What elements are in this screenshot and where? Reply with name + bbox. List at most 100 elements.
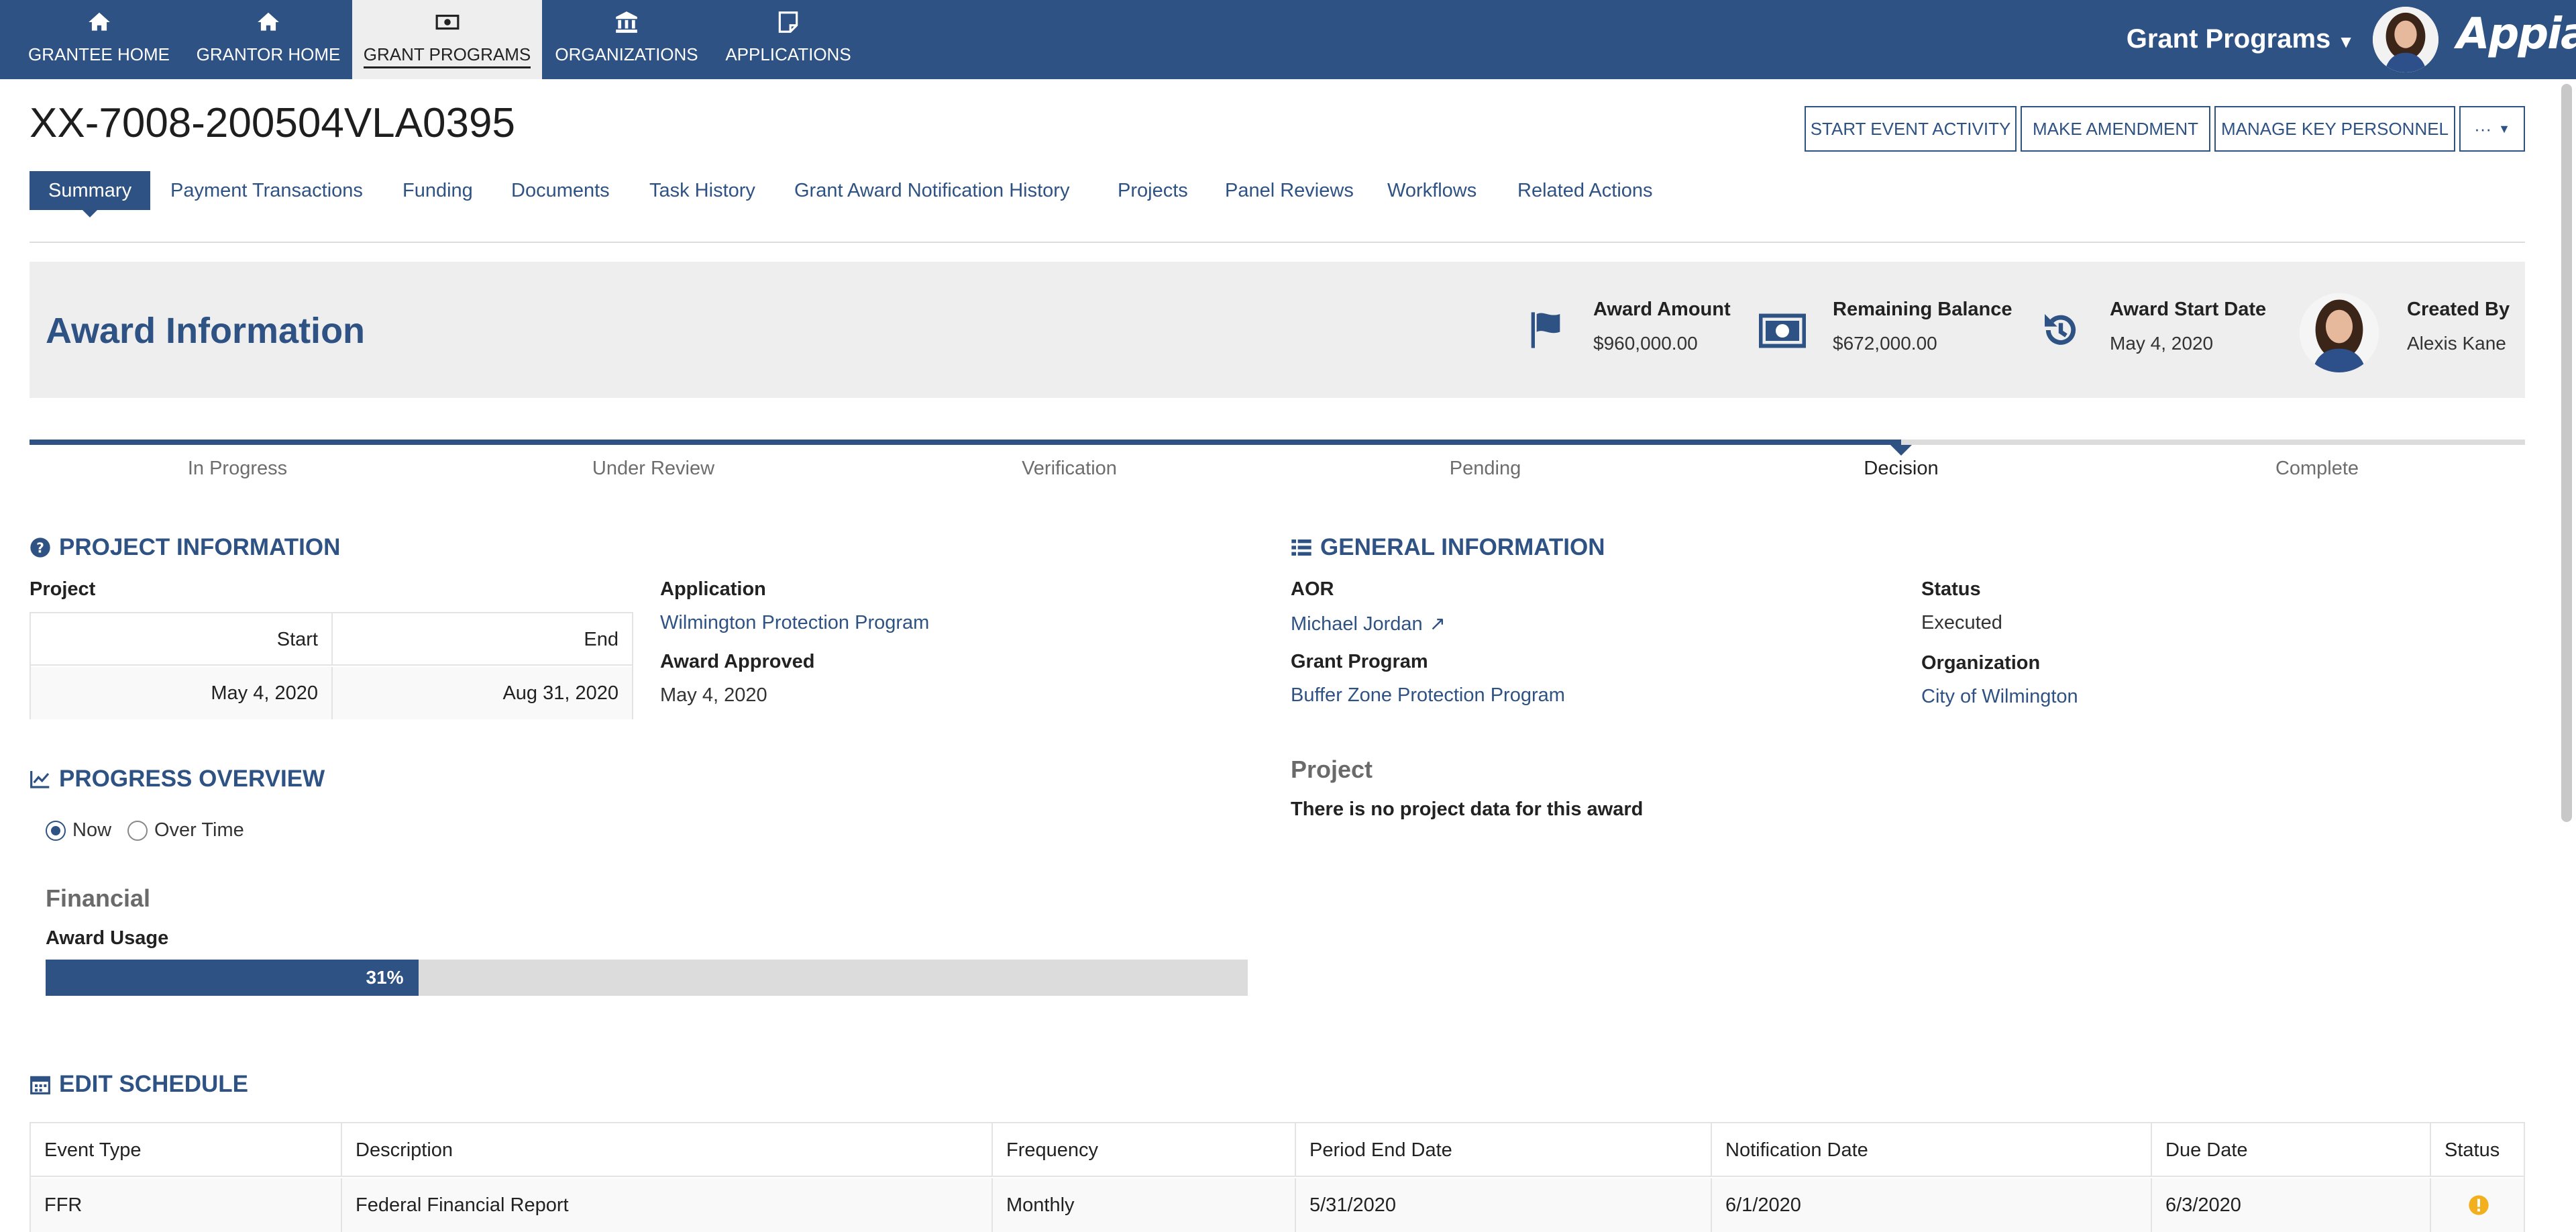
tab-payment-transactions[interactable]: Payment Transactions [170, 171, 363, 210]
aor-name: Michael Jordan [1291, 613, 1423, 635]
site-title: Grant Programs [2126, 24, 2331, 54]
user-avatar[interactable] [2373, 7, 2438, 72]
tab-summary[interactable]: Summary [30, 171, 151, 210]
cell-status [2430, 1178, 2524, 1232]
grant-program-link[interactable]: Buffer Zone Protection Program [1291, 684, 1565, 707]
table-row[interactable]: FFR Federal Financial Report Monthly 5/3… [31, 1178, 2524, 1232]
nav-tab-applications[interactable]: APPLICATIONS [711, 0, 865, 79]
award-amount-label: Award Amount [1593, 299, 1731, 320]
section-title: PROJECT INFORMATION [59, 534, 341, 560]
column-header-description[interactable]: Description [341, 1123, 991, 1177]
section-title: EDIT SCHEDULE [59, 1071, 248, 1097]
award-banner [30, 262, 2525, 398]
organization-link[interactable]: City of Wilmington [1921, 686, 2078, 708]
project-start-value: May 4, 2020 [31, 667, 333, 719]
creator-avatar[interactable] [2300, 293, 2379, 372]
schedule-grid: Event Type Description Frequency Period … [30, 1122, 2525, 1232]
nav-tab-label: GRANTOR HOME [196, 44, 341, 64]
column-header-due-date[interactable]: Due Date [2151, 1123, 2430, 1177]
tab-grant-award-notification-history[interactable]: Grant Award Notification History [794, 171, 1069, 210]
edit-schedule-heading: EDIT SCHEDULE [30, 1071, 248, 1098]
tab-related-actions[interactable]: Related Actions [1517, 171, 1653, 210]
home-icon [258, 12, 279, 31]
nav-tab-grantee-home[interactable]: GRANTEE HOME [13, 0, 184, 79]
nav-tab-organizations[interactable]: ORGANIZATIONS [542, 0, 711, 79]
column-header-status[interactable]: Status [2430, 1123, 2524, 1177]
cell-period-end-date: 5/31/2020 [1295, 1178, 1711, 1232]
tab-task-history[interactable]: Task History [649, 171, 755, 210]
cell-event-type: FFR [44, 1194, 83, 1216]
progress-overview-heading: PROGRESS OVERVIEW [30, 766, 325, 792]
section-title: GENERAL INFORMATION [1320, 534, 1605, 560]
application-label: Application [660, 578, 766, 600]
award-start-date-label: Award Start Date [2110, 299, 2267, 320]
question-circle-icon: ? [30, 537, 50, 558]
radio-now[interactable] [46, 821, 66, 841]
award-start-date-value: May 4, 2020 [2110, 333, 2214, 354]
radio-over-time-label[interactable]: Over Time [154, 819, 244, 841]
nav-tab-grantor-home[interactable]: GRANTOR HOME [184, 0, 352, 79]
milestone-step-complete: Complete [2275, 458, 2359, 479]
caret-down-icon: ▼ [2337, 32, 2355, 52]
general-information-heading: GENERAL INFORMATION [1291, 534, 1605, 561]
record-title: XX-7008-200504VLA0395 [30, 100, 515, 146]
milestone-current-indicator [1890, 445, 1912, 456]
tab-projects[interactable]: Projects [1118, 171, 1188, 210]
radio-now-label[interactable]: Now [72, 819, 111, 841]
svg-text:?: ? [36, 540, 44, 556]
tab-documents[interactable]: Documents [511, 171, 610, 210]
nav-tab-grant-programs[interactable]: GRANT PROGRAMS [352, 0, 542, 79]
created-by-label: Created By [2407, 299, 2510, 320]
column-header-event-type[interactable]: Event Type [31, 1123, 341, 1177]
milestone-step-in-progress: In Progress [187, 458, 288, 479]
cell-frequency: Monthly [991, 1178, 1295, 1232]
column-header-period-end-date[interactable]: Period End Date [1295, 1123, 1711, 1177]
status-value: Executed [1921, 612, 2002, 633]
award-title: Award Information [46, 311, 366, 351]
history-icon [2045, 314, 2076, 345]
money-icon [435, 14, 459, 30]
tab-workflows[interactable]: Workflows [1387, 171, 1477, 210]
milestone-step-pending: Pending [1449, 458, 1521, 479]
line-chart-icon [30, 771, 50, 788]
grid-header-row: Start End [31, 613, 632, 666]
warning-icon [2469, 1195, 2489, 1215]
tab-funding[interactable]: Funding [402, 171, 473, 210]
external-link-icon: ↗ [1429, 613, 1446, 635]
nav-tab-label: APPLICATIONS [725, 44, 851, 64]
status-label: Status [1921, 578, 1981, 600]
award-approved-label: Award Approved [660, 651, 815, 672]
column-header-notification-date[interactable]: Notification Date [1711, 1123, 2151, 1177]
appian-logo[interactable]: Appian [2457, 9, 2576, 59]
project-end-value: Aug 31, 2020 [502, 682, 619, 704]
nav-tab-label: GRANTEE HOME [28, 44, 170, 64]
money-icon [1759, 313, 1806, 348]
start-event-activity-button[interactable]: START EVENT ACTIVITY [1805, 106, 2017, 152]
radio-over-time[interactable] [127, 821, 148, 841]
site-switcher[interactable]: Grant Programs ▼ [2127, 24, 2355, 54]
page-scrollbar[interactable] [2561, 84, 2572, 822]
application-link[interactable]: Wilmington Protection Program [660, 612, 929, 634]
note-icon [778, 11, 798, 33]
tabs-divider [30, 242, 2525, 243]
more-dots-icon: ··· [2474, 118, 2492, 139]
more-actions-button[interactable]: ··· ▼ [2459, 106, 2525, 152]
make-amendment-button[interactable]: MAKE AMENDMENT [2021, 106, 2210, 152]
active-tab-indicator [83, 210, 97, 217]
flag-icon [1531, 312, 1560, 348]
remaining-balance-label: Remaining Balance [1833, 299, 2012, 320]
cell-notification-date: 6/1/2020 [1711, 1178, 2151, 1232]
tab-panel-reviews[interactable]: Panel Reviews [1225, 171, 1354, 210]
aor-link[interactable]: Michael Jordan ↗ [1291, 612, 1446, 635]
column-header-frequency[interactable]: Frequency [991, 1123, 1295, 1177]
project-information-heading: ? PROJECT INFORMATION [30, 534, 340, 561]
project-label: Project [30, 578, 96, 600]
award-usage-fill [46, 960, 419, 996]
end-column-header: End [584, 628, 619, 650]
manage-key-personnel-button[interactable]: MANAGE KEY PERSONNEL [2214, 106, 2455, 152]
grant-program-label: Grant Program [1291, 651, 1428, 672]
project-dates-grid: Start End May 4, 2020 Aug 31, 2020 [30, 612, 633, 719]
institution-icon [616, 11, 637, 33]
nav-tab-label: ORGANIZATIONS [555, 44, 698, 64]
milestone-progress-fill [30, 440, 1901, 445]
